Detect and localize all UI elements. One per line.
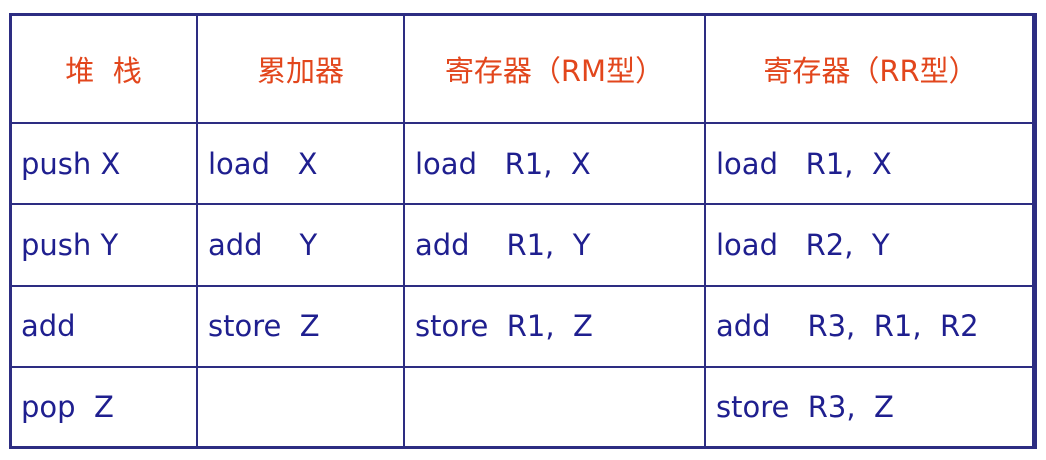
table-cell <box>196 365 405 450</box>
header-accumulator: 累加器 <box>196 12 405 125</box>
table-cell: load R2, Y <box>704 203 1037 287</box>
table-header-row: 堆 栈 累加器 寄存器（RM型） 寄存器（RR型） <box>9 12 1037 125</box>
table-cell: add R3, R1, R2 <box>704 284 1037 368</box>
header-register-rm: 寄存器（RM型） <box>403 12 706 125</box>
table-cell: push Y <box>9 203 198 287</box>
table-cell: store Z <box>196 284 405 368</box>
table-cell: load R1, X <box>403 122 706 206</box>
table-cell: push X <box>9 122 198 206</box>
table-cell <box>403 365 706 450</box>
table-cell: add R1, Y <box>403 203 706 287</box>
table-cell: load X <box>196 122 405 206</box>
table-cell: add Y <box>196 203 405 287</box>
table-cell: store R1, Z <box>403 284 706 368</box>
instruction-comparison-table-container: 堆 栈 累加器 寄存器（RM型） 寄存器（RR型） push X load X … <box>9 12 1037 450</box>
header-register-rr: 寄存器（RR型） <box>704 12 1037 125</box>
table-cell: store R3, Z <box>704 365 1037 450</box>
table-cell: load R1, X <box>704 122 1037 206</box>
table-cell: add <box>9 284 198 368</box>
table-row: push Y add Y add R1, Y load R2, Y <box>9 203 1037 287</box>
header-stack: 堆 栈 <box>9 12 198 125</box>
table-row: pop Z store R3, Z <box>9 365 1037 450</box>
table-cell: pop Z <box>9 365 198 450</box>
table-row: push X load X load R1, X load R1, X <box>9 122 1037 206</box>
instruction-comparison-table: 堆 栈 累加器 寄存器（RM型） 寄存器（RR型） push X load X … <box>9 12 1037 450</box>
table-row: add store Z store R1, Z add R3, R1, R2 <box>9 284 1037 368</box>
